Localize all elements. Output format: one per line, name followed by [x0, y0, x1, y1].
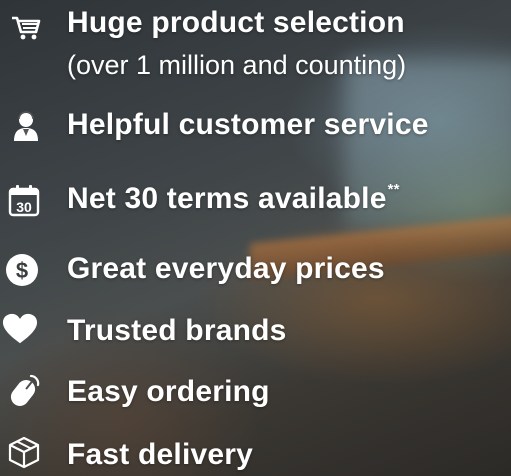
customer-service-agent-icon: [8, 108, 44, 144]
footnote-marker: **: [387, 181, 400, 198]
feature-title: Huge product selection: [67, 6, 405, 39]
computer-mouse-icon: [6, 372, 42, 408]
dollar-icon-text: $: [16, 258, 28, 283]
heart-icon: [2, 311, 38, 347]
calendar-30-icon: 30: [6, 182, 42, 218]
feature-title: Net 30 terms available**: [67, 181, 400, 216]
feature-title: Great everyday prices: [67, 252, 385, 285]
dollar-circle-icon: $: [4, 252, 40, 288]
feature-subtitle: (over 1 million and counting): [67, 50, 407, 80]
calendar-icon-text: 30: [16, 199, 32, 215]
feature-title: Easy ordering: [67, 375, 270, 408]
feature-title: Fast delivery: [67, 438, 254, 471]
feature-title: Helpful customer service: [67, 108, 429, 141]
shopping-cart-icon: [8, 10, 44, 46]
feature-title: Trusted brands: [67, 314, 287, 347]
feature-title-text: Net 30 terms available: [67, 182, 387, 215]
package-box-icon: [6, 434, 42, 470]
